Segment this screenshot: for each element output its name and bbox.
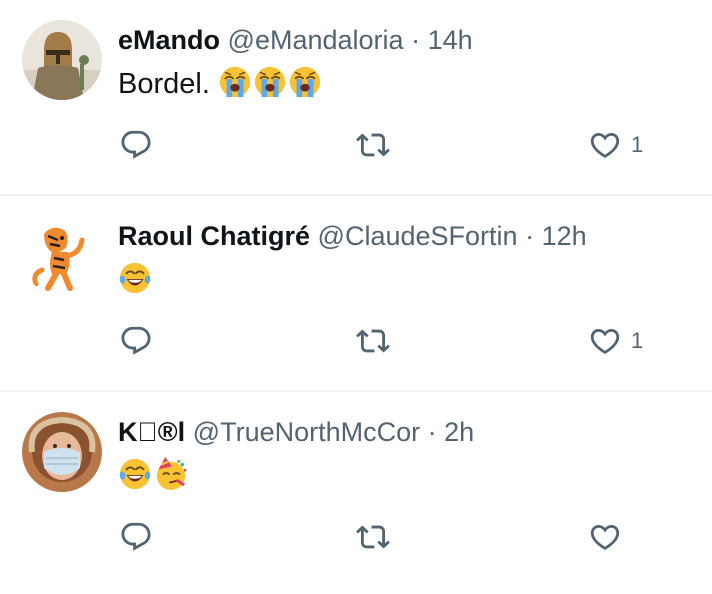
like-button[interactable] <box>588 520 631 554</box>
tweet-text-body: Bordel. <box>118 68 210 100</box>
tweet[interactable]: Raoul Chatigré @ClaudeSFortin · 12h 1 <box>0 196 712 392</box>
loudly-crying-face-icon <box>253 65 287 99</box>
tweet[interactable]: eMando @eMandaloria · 14h Bordel. 1 <box>0 0 712 196</box>
like-count: 1 <box>631 132 644 157</box>
separator-dot: · <box>525 221 535 251</box>
avatar[interactable] <box>22 412 102 492</box>
reply-button[interactable] <box>119 324 153 358</box>
retweet-button[interactable] <box>356 128 390 162</box>
retweet-button[interactable] <box>356 324 390 358</box>
reply-button[interactable] <box>119 520 153 554</box>
tweet-text <box>118 261 153 299</box>
separator-dot: · <box>428 417 437 447</box>
tweet-actions: 1 <box>0 324 712 364</box>
user-handle[interactable]: @TrueNorthMcCor <box>193 417 420 447</box>
retweet-icon <box>356 324 390 358</box>
tweet[interactable]: K®l @TrueNorthMcCor · 2h <box>0 392 712 588</box>
reply-button[interactable] <box>119 128 153 162</box>
loudly-crying-face-icon <box>288 65 322 99</box>
timestamp[interactable]: 2h <box>444 417 474 447</box>
tweet-actions: 1 <box>0 128 712 168</box>
retweet-icon <box>356 520 390 554</box>
display-name[interactable]: Raoul Chatigré <box>118 221 310 251</box>
reply-icon <box>119 520 153 554</box>
display-name[interactable]: eMando <box>118 25 220 55</box>
tweet-header: eMando @eMandaloria · 14h <box>118 22 473 58</box>
retweet-icon <box>356 128 390 162</box>
tweet-header: Raoul Chatigré @ClaudeSFortin · 12h <box>118 218 587 254</box>
retweet-button[interactable] <box>356 520 390 554</box>
user-handle[interactable]: @ClaudeSFortin <box>318 221 518 251</box>
user-handle[interactable]: @eMandaloria <box>228 25 404 55</box>
partying-face-icon <box>153 457 187 491</box>
heart-icon <box>588 520 622 554</box>
tweet-text: Bordel. <box>118 65 323 103</box>
like-button[interactable]: 1 <box>588 324 643 358</box>
heart-icon <box>588 128 622 162</box>
like-count: 1 <box>631 328 644 353</box>
tweet-header: K®l @TrueNorthMcCor · 2h <box>118 414 474 450</box>
heart-icon <box>588 324 622 358</box>
avatar[interactable] <box>22 20 102 100</box>
display-name[interactable]: K®l <box>118 417 185 447</box>
like-button[interactable]: 1 <box>588 128 643 162</box>
timestamp[interactable]: 14h <box>428 25 473 55</box>
loudly-crying-face-icon <box>218 65 252 99</box>
separator-dot: · <box>411 25 421 55</box>
reply-icon <box>119 324 153 358</box>
tweet-text <box>118 457 188 495</box>
avatar[interactable] <box>22 216 102 296</box>
reply-icon <box>119 128 153 162</box>
tweet-actions <box>0 520 712 560</box>
face-with-tears-of-joy-icon <box>118 457 152 491</box>
timestamp[interactable]: 12h <box>542 221 587 251</box>
face-with-tears-of-joy-icon <box>118 261 152 295</box>
